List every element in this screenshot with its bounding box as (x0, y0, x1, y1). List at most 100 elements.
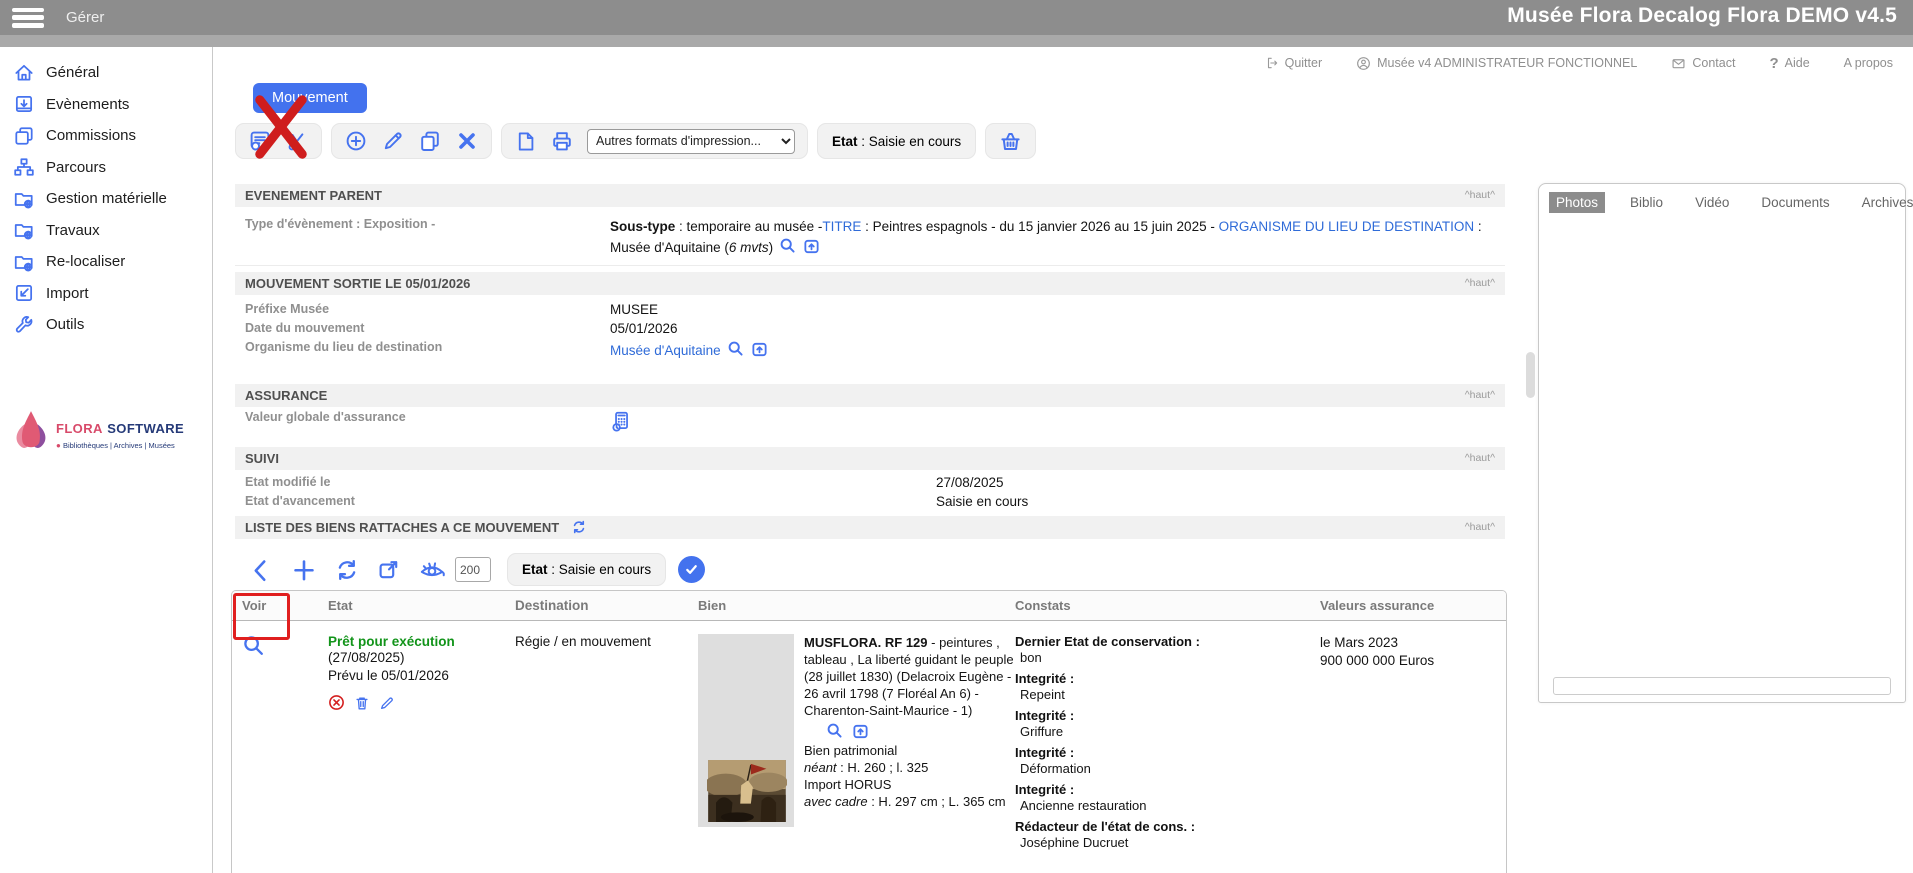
print-format-select[interactable]: Autres formats d'impression... (587, 129, 795, 154)
open-window-icon[interactable] (803, 238, 820, 255)
copy-button[interactable] (418, 129, 442, 153)
refresh-icon[interactable] (571, 519, 587, 535)
sidebar-item-commissions[interactable]: Commissions (0, 120, 212, 152)
panel-collapse-handle[interactable] (1526, 352, 1535, 398)
titre-link[interactable]: TITRE (822, 219, 861, 234)
tab-documents[interactable]: Documents (1754, 192, 1836, 213)
edit-button[interactable] (381, 129, 405, 153)
media-panel-scroll-strip[interactable] (1553, 677, 1891, 695)
bien-thumbnail[interactable] (698, 634, 798, 827)
section-title: LISTE DES BIENS RATTACHES A CE MOUVEMENT (245, 520, 559, 535)
delete-button[interactable] (455, 129, 479, 153)
tab-biblio[interactable]: Biblio (1623, 192, 1670, 213)
sidebar-item-import[interactable]: Import (0, 278, 212, 310)
haut-link[interactable]: ^haut^ (1465, 516, 1495, 539)
sidebar-item-parcours[interactable]: Parcours (0, 152, 212, 184)
open-window-icon (852, 723, 869, 740)
menu-label[interactable]: Gérer (66, 9, 104, 26)
import-icon (13, 282, 35, 304)
page-size-input[interactable] (455, 557, 491, 582)
magnifier-icon[interactable] (779, 237, 797, 255)
trash-icon (354, 695, 370, 711)
etat-avancement-value: Saisie en cours (936, 494, 1028, 509)
wrench-icon (13, 314, 35, 336)
sidebar-item-label: Parcours (46, 159, 106, 176)
app-window: Gérer Musée Flora Decalog Flora DEMO v4.… (0, 0, 1913, 873)
add-button[interactable] (344, 129, 368, 153)
edit-row-button[interactable] (379, 695, 395, 711)
table-row: Prêt pour exécution (27/08/2025) Prévu l… (232, 621, 1506, 856)
col-bien: Bien (698, 598, 1015, 613)
calculator-icon[interactable] (610, 410, 632, 432)
contact-link[interactable]: Contact (1671, 56, 1735, 71)
bien-title: MUSFLORA. RF 129 (804, 635, 928, 650)
voir-magnifier-button[interactable] (242, 634, 328, 658)
tab-archives[interactable]: Archives (1855, 192, 1913, 213)
open-window-icon[interactable] (751, 341, 768, 358)
bien-magnifier-button[interactable] (826, 722, 844, 740)
recycle-button[interactable] (334, 557, 360, 583)
sidebar-item-evenements[interactable]: Evènements (0, 89, 212, 121)
dim-label: néant (804, 760, 837, 775)
search-form-button[interactable] (248, 129, 272, 153)
eye-button[interactable] (418, 557, 446, 583)
tab-mouvement[interactable]: Mouvement (253, 83, 367, 113)
brand-software: SOFTWARE (107, 421, 184, 436)
back-button[interactable] (248, 557, 274, 583)
field-row: Organisme du lieu de destination Musée d… (235, 340, 1505, 359)
etat-sep: : (858, 134, 869, 149)
apropos-link[interactable]: A propos (1844, 56, 1893, 70)
print-button[interactable] (550, 129, 574, 153)
section-mouvement-sortie: MOUVEMENT SORTIE LE 05/01/2026 ^haut^ (235, 272, 1505, 295)
bien-open-button[interactable] (852, 722, 869, 740)
document-button[interactable] (514, 130, 537, 153)
basket-group (985, 123, 1036, 159)
organisme-link[interactable]: ORGANISME DU LIEU DE DESTINATION (1219, 219, 1475, 234)
sidebar-item-gestion-materielle[interactable]: Gestion matérielle (0, 183, 212, 215)
exit-icon (1265, 56, 1279, 70)
status-prevu: Prévu le 05/01/2026 (328, 667, 515, 685)
trash-button[interactable] (354, 695, 370, 711)
external-link-icon (377, 558, 401, 582)
field-row: Préfixe Musée MUSEE (235, 302, 1505, 321)
copy-icon (418, 129, 442, 153)
section-title: ASSURANCE (245, 388, 327, 403)
basket-button[interactable] (998, 129, 1023, 154)
tab-photos[interactable]: Photos (1549, 192, 1605, 213)
print-icon (550, 129, 574, 153)
sidebar-item-outils[interactable]: Outils (0, 309, 212, 341)
etat-sep: : (548, 562, 559, 577)
user-account[interactable]: Musée v4 ADMINISTRATEUR FONCTIONNEL (1356, 56, 1637, 71)
haut-link[interactable]: ^haut^ (1465, 272, 1495, 295)
dim-value: : H. 260 ; l. 325 (837, 760, 929, 775)
aide-link[interactable]: ? Aide (1769, 55, 1809, 72)
section-assurance: ASSURANCE ^haut^ (235, 384, 1505, 407)
add-bien-button[interactable] (291, 557, 317, 583)
liste-etat-pill: Etat : Saisie en cours (507, 553, 666, 586)
organisme-destination-link[interactable]: Musée d'Aquitaine (610, 343, 721, 358)
sidebar-item-general[interactable]: Général (0, 57, 212, 89)
sidebar-item-label: Gestion matérielle (46, 190, 167, 207)
delete-x-icon (455, 129, 479, 153)
cancel-button[interactable] (328, 694, 345, 711)
haut-link[interactable]: ^haut^ (1465, 184, 1495, 207)
magnifier-icon[interactable] (727, 340, 745, 358)
sitemap-icon (13, 156, 35, 178)
cut-button[interactable] (285, 129, 309, 153)
haut-link[interactable]: ^haut^ (1465, 447, 1495, 470)
confirm-button[interactable] (678, 556, 705, 583)
tab-video[interactable]: Vidéo (1688, 192, 1736, 213)
sidebar-item-label: Commissions (46, 127, 136, 144)
valeur-assurance-label: Valeur globale d'assurance (235, 410, 610, 424)
haut-link[interactable]: ^haut^ (1465, 384, 1495, 407)
sidebar-item-relocaliser[interactable]: Re-localiser (0, 246, 212, 278)
hamburger-menu-icon[interactable] (12, 8, 44, 28)
sidebar-item-travaux[interactable]: Travaux (0, 215, 212, 247)
open-external-button[interactable] (377, 558, 401, 582)
cadre-label: avec cadre (804, 794, 868, 809)
magnifier-icon (826, 722, 844, 740)
col-voir: Voir (232, 598, 328, 613)
quitter-link[interactable]: Quitter (1265, 56, 1323, 70)
mvts-close: ) (769, 240, 774, 255)
magnifier-icon (242, 634, 266, 658)
